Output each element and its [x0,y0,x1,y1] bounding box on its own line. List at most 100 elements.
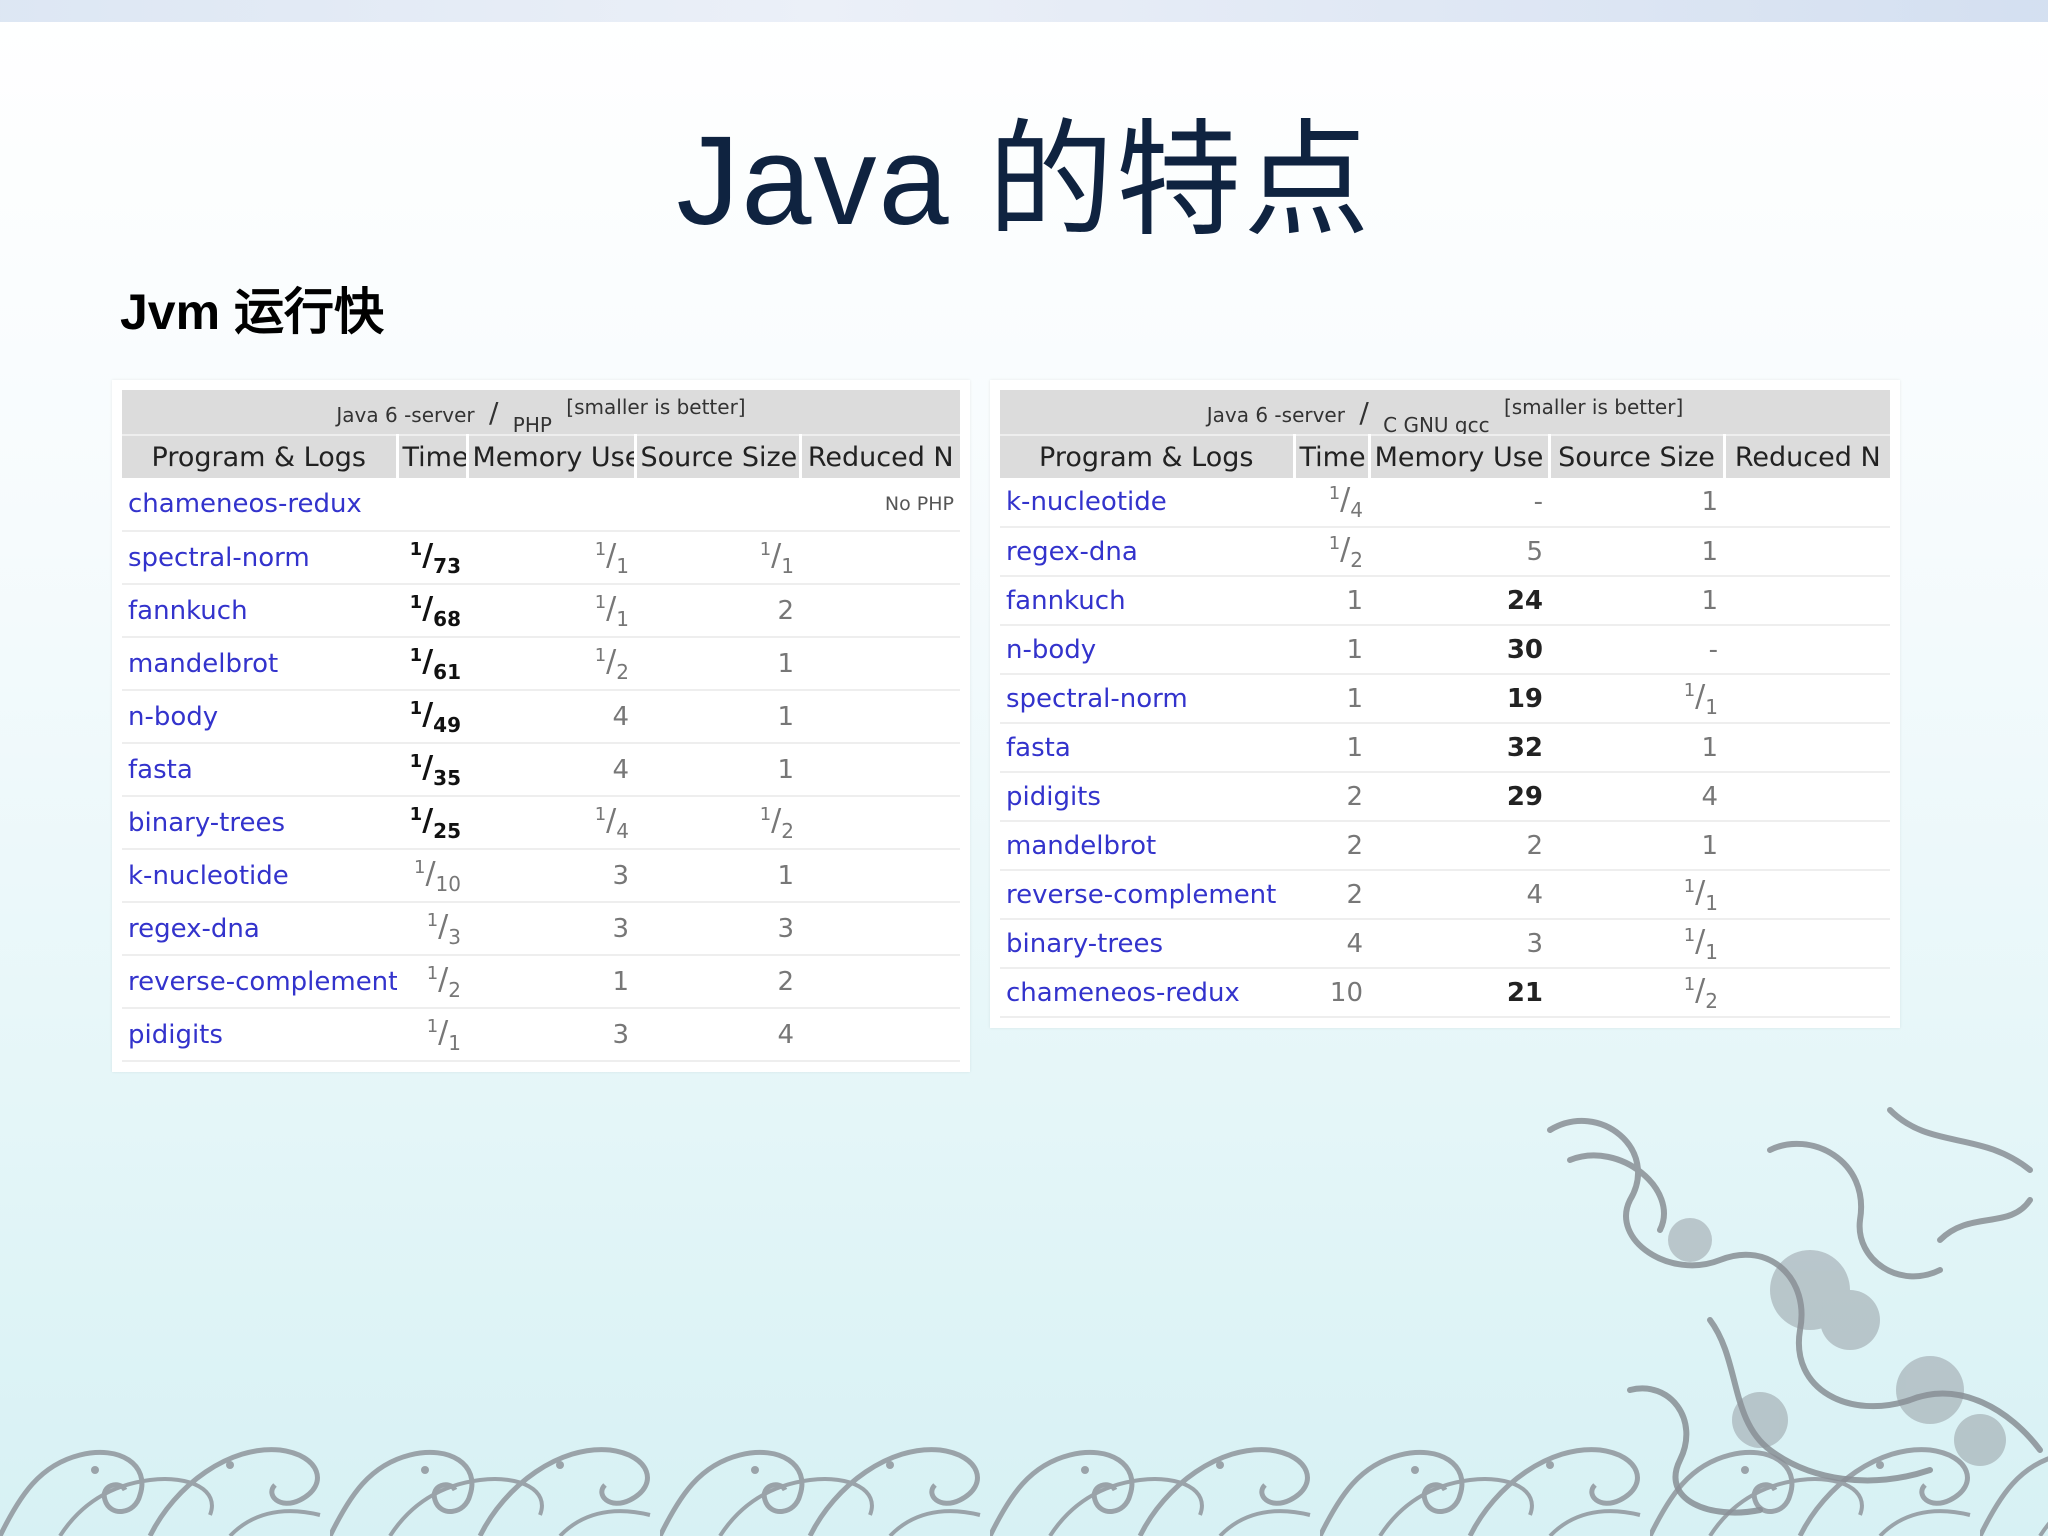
benchmark-table-right: Java 6 -server / C GNU gcc [smaller is b… [1000,390,1891,1018]
program-link[interactable]: chameneos-redux [1000,968,1294,1018]
program-link[interactable]: binary-trees [1000,919,1294,969]
source-cell: 1/1 [1549,870,1724,920]
fraction-slash: / [422,537,434,573]
column-header[interactable]: Memory Use [1367,435,1549,478]
fraction-value: 1/1 [759,538,794,578]
fraction-numerator: 1 [1683,973,1696,995]
fraction-denominator: 1 [448,1030,461,1055]
fraction-denominator: 4 [1350,498,1363,522]
program-link[interactable]: k-nucleotide [1000,478,1294,528]
fraction-numerator: 1 [594,803,607,825]
reduced-n-cell [1724,772,1891,822]
source-cell: 4 [1549,772,1724,822]
program-link[interactable]: n-body [122,690,397,744]
column-header[interactable]: Program & Logs [1000,435,1294,478]
program-link[interactable]: fasta [122,743,397,797]
program-link[interactable]: k-nucleotide [122,849,397,903]
reduced-n-cell [800,637,960,691]
column-header[interactable]: Source Size [1547,435,1724,478]
fraction-value: 1/61 [410,644,461,684]
time-cell: 2 [1294,772,1369,822]
fraction-numerator: 1 [759,538,772,560]
source-cell: 1/1 [635,531,800,585]
fraction-value: 1/2 [1329,532,1363,572]
time-cell: 1/4 [1294,478,1369,528]
time-cell: 1 [1294,625,1369,675]
fraction-denominator: 35 [433,765,461,790]
time-cell: 10 [1294,968,1369,1018]
fraction-numerator: 1 [1683,679,1696,701]
source-cell: - [1549,625,1724,675]
program-link[interactable]: binary-trees [122,796,397,850]
program-link[interactable]: fannkuch [1000,576,1294,626]
program-link[interactable]: pidigits [1000,772,1294,822]
memory-cell: 32 [1369,723,1549,773]
fraction-numerator: 1 [1683,875,1696,897]
fraction-numerator: 1 [426,909,439,931]
table-row: n-body 1/49 4 1 [122,690,960,744]
fraction-value: 1/2 [760,803,794,843]
column-header[interactable]: Reduced N [1722,435,1891,478]
column-header[interactable]: Time [1292,435,1369,478]
fraction-slash: / [606,537,617,573]
fraction-slash: / [1695,678,1706,714]
caption-left: Java 6 -server [336,402,475,427]
program-link[interactable]: reverse-complement [122,955,397,1009]
caption-right: C GNU gcc [1383,412,1490,435]
fraction-slash: / [422,590,434,626]
column-header[interactable]: Time [395,435,467,478]
program-link[interactable]: mandelbrot [122,637,397,691]
table-row: fannkuch 1 24 1 [1000,576,1891,626]
memory-cell: 3 [467,1008,635,1062]
column-header[interactable]: Memory Use [465,435,635,478]
reduced-n-cell [800,743,960,797]
memory-cell: 1/1 [467,584,635,638]
fraction-denominator: 3 [448,924,461,949]
reduced-n-cell [1724,968,1891,1018]
column-header[interactable]: Source Size [633,435,800,478]
fraction-slash: / [422,643,434,679]
fraction-numerator: 1 [594,591,607,613]
memory-cell: 4 [467,743,635,797]
benchmark-table-java-vs-php: Java 6 -server / PHP [smaller is better]… [112,380,970,1072]
program-link[interactable]: spectral-norm [122,531,397,585]
column-header[interactable]: Reduced N [798,435,960,478]
time-cell: 1 [1294,576,1369,626]
memory-cell: 1/4 [467,796,635,850]
memory-cell: - [1369,478,1549,528]
fraction-value: 1/1 [426,1015,461,1055]
program-link[interactable]: regex-dna [122,902,397,956]
fraction-numerator: 1 [594,644,607,666]
table-row: reverse-complement 2 4 1/1 [1000,870,1891,920]
memory-cell: 5 [1369,527,1549,577]
program-link[interactable]: mandelbrot [1000,821,1294,871]
program-link[interactable]: regex-dna [1000,527,1294,577]
fraction-numerator: 1 [409,697,423,719]
program-link[interactable]: n-body [1000,625,1294,675]
program-link[interactable]: pidigits [122,1008,397,1062]
source-cell: 2 [635,955,800,1009]
column-header[interactable]: Program & Logs [122,435,397,478]
fraction-numerator: 1 [426,1015,439,1037]
caption-right: PHP [512,412,552,435]
time-cell: 1/10 [397,849,467,903]
fraction-value: 1/1 [1684,924,1718,964]
table-row: regex-dna 1/2 5 1 [1000,527,1891,577]
time-cell: 1 [1294,674,1369,724]
program-link[interactable]: spectral-norm [1000,674,1294,724]
program-link[interactable]: fannkuch [122,584,397,638]
caption-note: [smaller is better] [566,394,746,419]
fraction-value: 1/4 [594,803,629,843]
time-cell: 1/49 [397,690,467,744]
time-cell: 2 [1294,870,1369,920]
source-cell: 2 [635,584,800,638]
program-link[interactable]: fasta [1000,723,1294,773]
fraction-value: 1/49 [409,697,461,737]
fraction-denominator: 2 [1705,988,1718,1013]
table-row: chameneos-redux 10 21 1/2 [1000,968,1891,1018]
program-link[interactable]: reverse-complement [1000,870,1294,920]
table-row: n-body 1 30- [1000,625,1891,675]
fraction-value: 1/1 [594,591,629,631]
fraction-value: 1/35 [410,750,461,790]
program-link[interactable]: chameneos-redux [122,478,397,532]
